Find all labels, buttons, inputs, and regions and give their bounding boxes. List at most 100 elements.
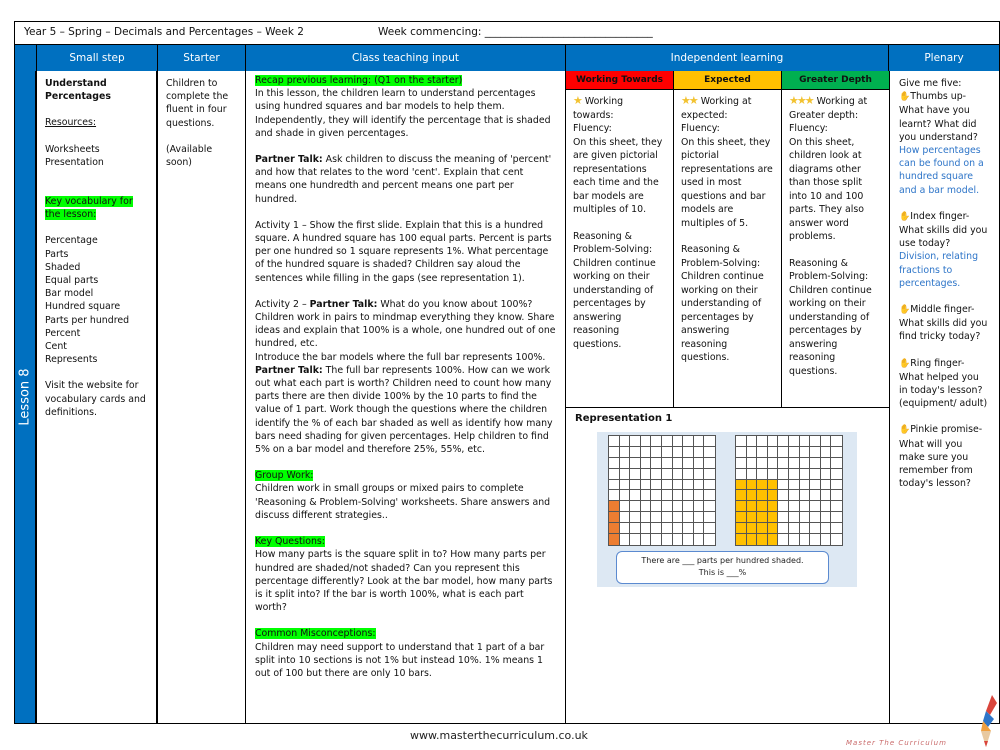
grid-cell [736, 534, 747, 545]
grid-cell [757, 457, 768, 469]
grid-cell [619, 523, 631, 535]
vocab-item: Shaded [45, 261, 81, 273]
grid-cell [651, 436, 662, 447]
plenary-answer: How percentages can be found on a hundre… [899, 145, 984, 196]
representation-panel: Representation 1 There are ___ parts per… [566, 408, 889, 723]
starter-availability: (Available soon) [166, 143, 213, 169]
title-row: Year 5 – Spring – Decimals and Percentag… [15, 22, 999, 45]
footer-url[interactable]: www.masterthecurriculum.co.uk [410, 729, 588, 742]
grid-cell [767, 446, 779, 458]
grid-cell [672, 468, 684, 480]
teaching-column: Recap previous learning: (Q1 on the star… [246, 71, 566, 723]
recap-heading: Recap previous learning: (Q1 on the star… [255, 75, 463, 86]
partner-talk-label: Partner Talk: [255, 364, 323, 376]
hand-icon: ✋ [899, 305, 911, 316]
grid-cell [767, 468, 779, 480]
grid-cell [630, 512, 641, 524]
grid-cell [736, 512, 747, 524]
grid-cell [799, 457, 811, 469]
grid-cell [821, 534, 832, 545]
grid-cell [810, 468, 821, 480]
grid-cell [799, 436, 811, 447]
level-header-expected: Expected [674, 71, 782, 90]
grid-cell [820, 436, 832, 447]
grid-cell [799, 468, 811, 480]
header-plenary: Plenary [924, 52, 964, 64]
grid-cell [651, 512, 662, 524]
grid-cell [693, 523, 705, 535]
grid-cell [831, 480, 842, 491]
misconceptions-heading: Common Misconceptions: [255, 628, 376, 640]
grid-cell [662, 468, 673, 480]
grid-cell [662, 436, 673, 447]
grid-cell [630, 436, 641, 447]
grid-cell [693, 446, 705, 458]
website-note: Visit the website for vocabulary cards a… [45, 380, 146, 418]
grid-cell [651, 479, 662, 491]
grid-cell [683, 490, 694, 502]
grid-cell [799, 490, 811, 502]
partner-talk-2: Partner Talk: The full bar represents 10… [255, 364, 556, 456]
grid-cell [619, 501, 631, 513]
grid-cell [683, 501, 694, 513]
grid-cell [778, 523, 789, 535]
plenary-item: ✋Index finger- What skills did you use t… [899, 210, 989, 290]
vocab-label: Key vocabulary for [45, 196, 133, 208]
grid-cell [757, 512, 768, 524]
grid-cell [767, 512, 779, 524]
grid-cell [799, 479, 811, 491]
grid-cell [609, 523, 620, 535]
grid-cell [746, 501, 758, 513]
representation-image: There are ___ parts per hundred shaded. … [597, 432, 857, 587]
grid-cell [683, 468, 694, 480]
grid-cell [673, 534, 684, 545]
fluency-text: On this sheet, they pictorial representa… [681, 136, 773, 229]
grid-cell [831, 501, 842, 513]
grid-cell [630, 479, 641, 491]
column-header-row: Small step Starter Class teaching input … [15, 45, 999, 71]
grid-cell [736, 457, 747, 469]
grid-cell [662, 523, 673, 535]
grid-cell [831, 469, 842, 480]
grid-cell [704, 490, 715, 502]
grid-cell [799, 446, 811, 458]
grid-cell [651, 534, 662, 545]
grid-cell [662, 457, 673, 469]
grid-cell [789, 490, 800, 502]
grid-cell [619, 468, 631, 480]
grid-cell [662, 490, 673, 502]
grid-cell [767, 479, 779, 491]
grid-cell [831, 534, 842, 545]
hand-icon: ✋ [899, 358, 911, 369]
vocab-label-2: the lesson: [45, 209, 97, 221]
fluency-label: Fluency: [681, 123, 720, 134]
rps-label: Reasoning & Problem-Solving: [789, 257, 869, 283]
grid-cell [662, 479, 673, 491]
grid-cell [820, 501, 832, 513]
grid-cell [757, 436, 768, 447]
grid-cell [746, 512, 758, 524]
grid-cell [736, 523, 747, 535]
grid-cell [746, 446, 758, 458]
grid-cell [810, 490, 821, 502]
grid-cell [630, 501, 641, 513]
grid-cell [640, 446, 652, 458]
grid-cell [693, 501, 705, 513]
grid-cell [651, 457, 662, 469]
plenary-item: ✋Ring finger- What helped you in today's… [899, 357, 989, 411]
grid-cell [704, 523, 715, 535]
grid-cell [619, 512, 631, 524]
grid-cell [651, 490, 662, 502]
grid-cell [609, 468, 620, 480]
sentence-line-2: This is ___% [698, 568, 747, 577]
grid-cell [672, 436, 684, 447]
grid-cell [672, 523, 684, 535]
hundred-square-2 [735, 435, 843, 546]
week-commencing: Week commencing: _______________________… [378, 26, 653, 38]
pencil-logo-icon [981, 695, 997, 747]
grid-cell [778, 468, 789, 480]
level-greater-depth: ★★★ Working at Greater depth: Fluency: On… [782, 90, 889, 408]
partner-talk-1: Partner Talk: Ask children to discuss th… [255, 153, 556, 206]
grid-cell [767, 436, 779, 447]
misconceptions-text: Children may need support to understand … [255, 641, 545, 679]
